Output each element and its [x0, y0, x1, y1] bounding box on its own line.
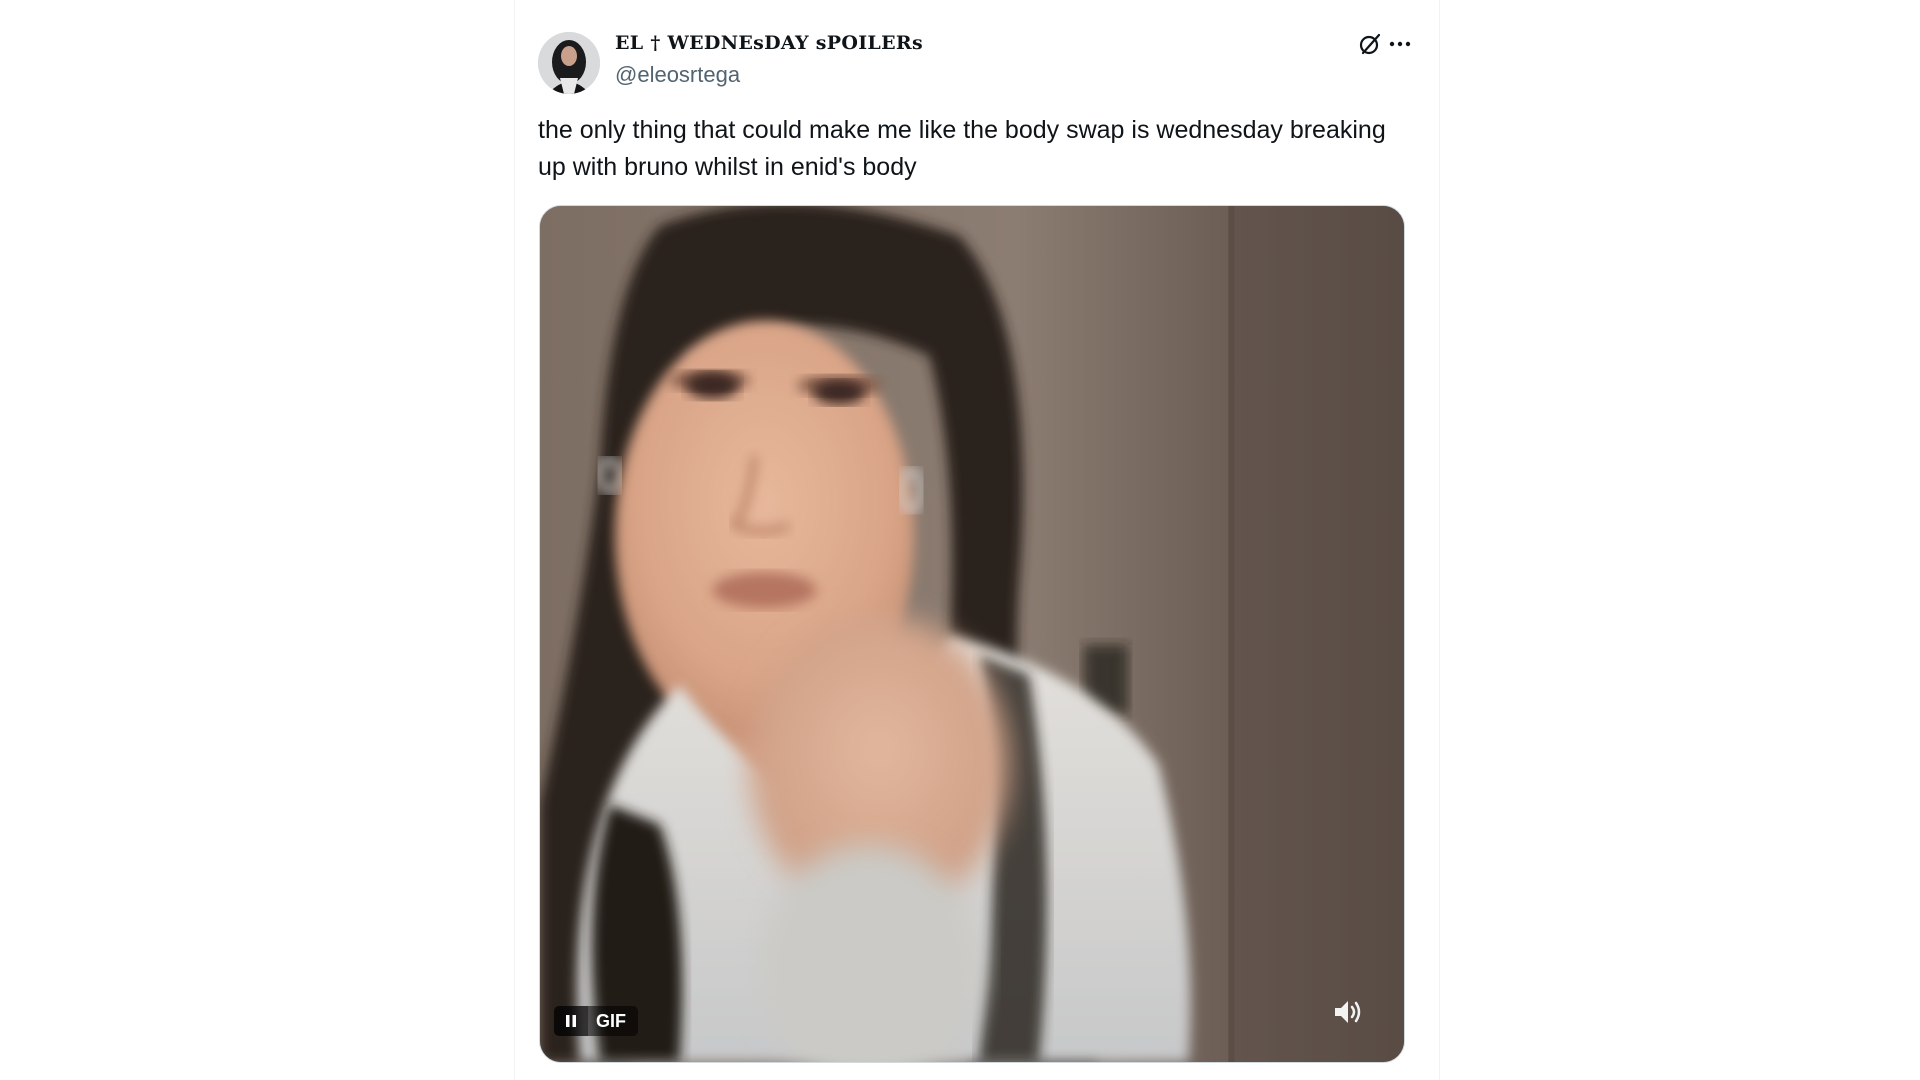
- grok-icon[interactable]: [1357, 31, 1383, 57]
- gif-frame: [540, 206, 1404, 1062]
- avatar-image: [538, 32, 600, 94]
- gif-badge: GIF: [588, 1006, 638, 1036]
- display-name[interactable]: EL † WEDNEsDAY sPOILERs: [615, 32, 923, 54]
- header-actions: [1357, 31, 1413, 57]
- tweet-card[interactable]: EL † WEDNEsDAY sPOILERs @eleosrtega the …: [514, 0, 1440, 1080]
- page: EL † WEDNEsDAY sPOILERs @eleosrtega the …: [0, 0, 1920, 1080]
- gif-media[interactable]: GIF: [539, 205, 1405, 1063]
- pause-icon[interactable]: [554, 1006, 588, 1036]
- gif-controls: GIF: [554, 1006, 638, 1036]
- avatar[interactable]: [538, 32, 600, 94]
- user-handle[interactable]: @eleosrtega: [615, 62, 740, 88]
- tweet-text: the only thing that could make me like t…: [538, 116, 1386, 181]
- more-dots-icon[interactable]: [1387, 31, 1413, 57]
- volume-icon[interactable]: [1328, 992, 1368, 1032]
